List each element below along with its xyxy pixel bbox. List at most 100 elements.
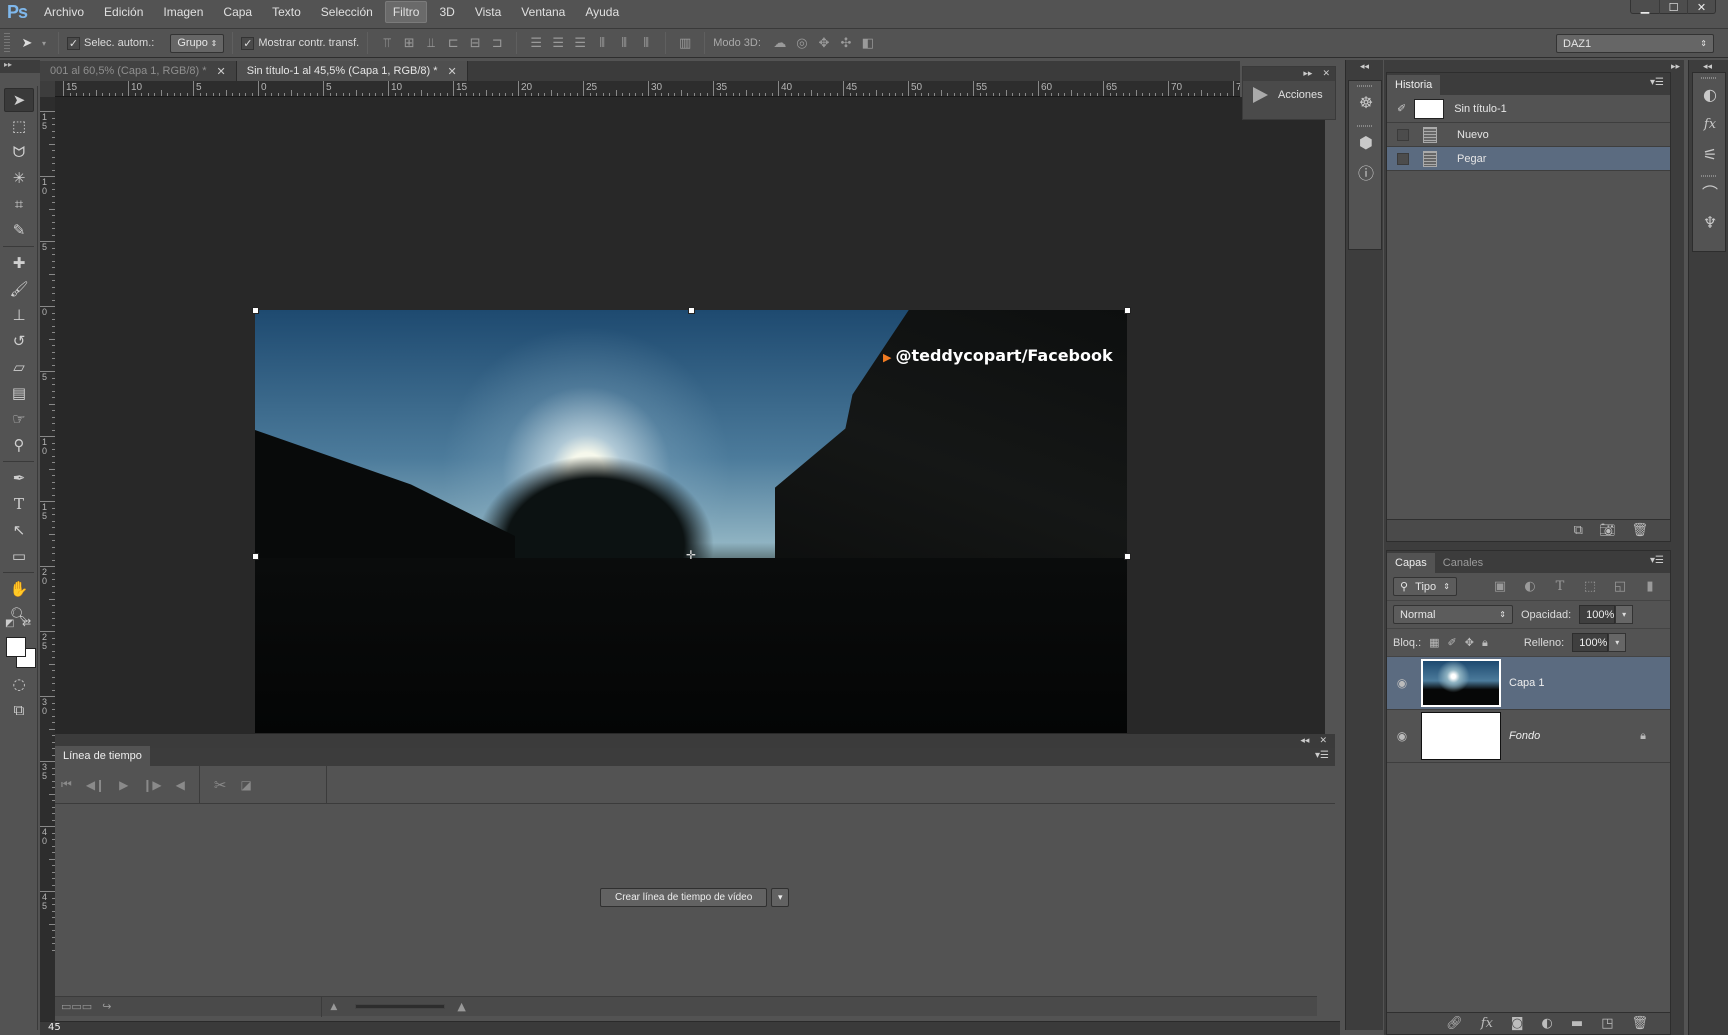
default-colors-icon[interactable]: ◩ [5,618,14,629]
timeline-type-dropdown[interactable]: ▾ [771,888,790,907]
tab-linea-de-tiempo[interactable]: Línea de tiempo [55,746,150,766]
expand-icon[interactable]: ▸▸ [1671,62,1680,72]
first-frame-icon[interactable]: ⏮ [61,777,72,792]
3d-roll-icon[interactable]: ◎ [791,32,813,54]
align-right-icon[interactable]: ⊐ [486,32,508,54]
hand-tool-icon[interactable]: ✋ [4,577,34,601]
close-icon[interactable]: ✕ [217,65,226,78]
3d-slide-icon[interactable]: ✣ [835,32,857,54]
lock-pixels-icon[interactable]: ✐ [1448,636,1457,649]
gradient-tool-icon[interactable]: ▤ [4,381,34,405]
auto-select-target-select[interactable]: Grupo ⇕ [170,33,225,53]
align-vcenter-icon[interactable]: ⊞ [398,32,420,54]
auto-select-checkbox[interactable]: ✓ [67,36,80,50]
align-bottom-icon[interactable]: ⫫ [420,32,442,54]
menu-archivo[interactable]: Archivo [36,1,92,23]
distribute-right-icon[interactable]: ⫴ [635,32,657,54]
next-frame-icon[interactable]: ❙▶ [142,778,161,792]
blend-mode-select[interactable]: Normal ⇕ [1393,605,1513,624]
maximize-button[interactable]: ☐ [1659,0,1687,14]
link-layers-icon[interactable]: 🔗︎ [1446,1016,1463,1031]
render-video-icon[interactable]: ↪ [102,1000,111,1013]
adjustments-icon[interactable]: ◐ [1693,79,1727,109]
vertical-ruler[interactable]: 1 5 1 0 5 0 5 1 0 1 5 2 0 2 5 3 0 3 5 4 0 4 5 [40,97,55,1032]
3d-orbit-icon[interactable]: ☁ [769,32,791,54]
horizontal-ruler[interactable]: 15105051015202530354045505560657075 [55,81,1240,97]
menu-imagen[interactable]: Imagen [155,1,211,23]
history-brush-checkbox[interactable] [1397,128,1409,141]
align-hcenter-icon[interactable]: ⊟ [464,32,486,54]
transform-handle-mr[interactable] [1124,553,1131,560]
play-icon[interactable]: ▶ [119,778,128,792]
expand-icon[interactable]: ▸▸ [1303,69,1312,79]
split-scissors-icon[interactable]: ✂ [214,776,227,794]
previous-frame-icon[interactable]: ◀❙ [86,778,105,792]
new-adjustment-layer-icon[interactable]: ◐ [1542,1016,1553,1031]
marquee-tool-icon[interactable]: ⬚ [4,114,34,138]
close-icon[interactable]: ✕ [1319,736,1327,746]
transition-icon[interactable]: ◪ [240,778,251,792]
menu-capa[interactable]: Capa [215,1,260,23]
menu-filtro[interactable]: Filtro [384,1,428,23]
history-brush-tool-icon[interactable]: ↺ [4,329,34,353]
toolbar-collapse[interactable]: ▸▸ [0,60,40,73]
new-snapshot-icon[interactable]: 📷︎ [1599,523,1616,538]
transform-center-icon[interactable]: ✛ [686,548,696,562]
menu-3d[interactable]: 3D [431,1,462,23]
dodge-tool-icon[interactable]: ⚲ [4,433,34,457]
distribute-hcenter-icon[interactable]: ⫴ [613,32,635,54]
navigator-wheel-icon[interactable]: ☸ [1349,87,1383,117]
close-button[interactable]: ✕ [1687,0,1715,14]
filter-type-icon[interactable]: T [1549,576,1571,598]
zoom-slider[interactable] [355,1004,446,1009]
doc-tab-sin-titulo-1[interactable]: Sin título-1 al 45,5% (Capa 1, RGB/8) * ✕ [236,61,468,81]
foreground-color-swatch[interactable] [6,637,26,657]
shape-tool-icon[interactable]: ▭ [4,544,34,568]
panel-menu-icon[interactable]: ▾☰ [1650,555,1664,566]
align-left-icon[interactable]: ⊏ [442,32,464,54]
3d-pan-icon[interactable]: ✥ [813,32,835,54]
swap-colors-icon[interactable]: ⇄ [22,616,31,629]
new-group-icon[interactable]: ▬ [1571,1016,1583,1031]
create-video-timeline-button[interactable]: Crear línea de tiempo de vídeo [600,888,768,907]
layer-filter-select[interactable]: ⚲ Tipo ⇕ [1393,577,1457,596]
tab-capas[interactable]: Capas [1387,553,1435,573]
close-icon[interactable]: ✕ [448,65,457,78]
actions-button[interactable]: Acciones [1243,81,1335,109]
info-icon[interactable]: ⓘ [1349,157,1383,187]
crop-tool-icon[interactable]: ⌗ [4,192,34,216]
eye-icon[interactable]: ◉ [1387,676,1417,690]
lasso-tool-icon[interactable]: ᗢ [4,140,34,164]
filter-shape-icon[interactable]: ⬚ [1579,576,1601,598]
eye-icon[interactable]: ◉ [1387,729,1417,743]
collapse-icon[interactable]: ◂◂ [1703,62,1712,72]
eyedropper-tool-icon[interactable]: ✎ [4,218,34,242]
opacity-input[interactable]: 100% [1579,605,1616,624]
healing-brush-tool-icon[interactable]: ✚ [4,251,34,275]
stamp-tool-icon[interactable]: ⊥ [4,303,34,327]
screen-mode-icon[interactable]: ⧉ [4,698,34,722]
minimize-button[interactable]: ▁ [1631,0,1659,14]
doc-tab-001[interactable]: 001 al 60,5% (Capa 1, RGB/8) * ✕ [40,61,237,81]
pen-tool-icon[interactable]: ✒ [4,466,34,490]
transform-handle-tr[interactable] [1124,307,1131,314]
collapse-icon[interactable]: ◂◂ [1300,736,1309,746]
options-grip[interactable] [4,33,10,53]
3d-properties-icon[interactable]: ⬢ [1349,127,1383,157]
history-state[interactable]: Pegar [1387,147,1670,171]
history-state[interactable]: Nuevo [1387,123,1670,147]
convert-frame-animation-icon[interactable]: ▭▭▭ [61,1000,92,1013]
menu-texto[interactable]: Texto [264,1,309,23]
filter-toggle-icon[interactable]: ▮ [1639,576,1661,598]
lock-icon[interactable]: 🔒︎ [1640,730,1646,743]
type-tool-icon[interactable]: T [4,492,34,516]
paths-icon[interactable]: ⌒ [1693,177,1727,207]
layer-row-capa-1[interactable]: ◉ Capa 1 [1387,657,1670,710]
history-brush-checkbox[interactable] [1397,152,1409,165]
distribute-top-icon[interactable]: ☰ [525,32,547,54]
tab-canales[interactable]: Canales [1435,553,1491,573]
move-tool-icon[interactable]: ➤ [16,32,38,54]
menu-seleccion[interactable]: Selección [313,1,381,23]
lock-all-icon[interactable]: 🔒︎ [1482,636,1488,650]
add-mask-icon[interactable]: ◙ [1511,1016,1524,1031]
